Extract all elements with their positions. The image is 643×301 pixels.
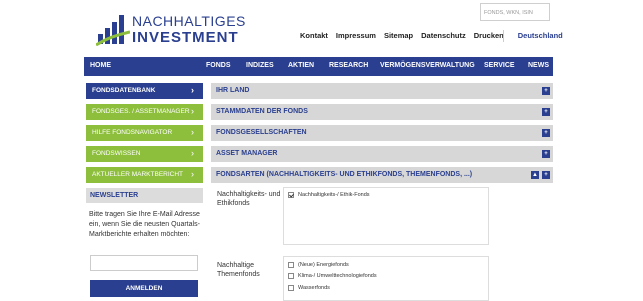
sidebar-item-label: AKTUELLER MARKTBERICHT xyxy=(92,171,184,178)
search-input[interactable]: FONDS, WKN, ISIN xyxy=(480,3,550,21)
sidebar-item-fondsdatenbank[interactable]: FONDSDATENBANK › xyxy=(86,83,203,99)
accordion-fondsgesellschaften[interactable]: FONDSGESELLSCHAFTEN + xyxy=(211,125,553,141)
chevron-right-icon: › xyxy=(191,169,194,179)
mainnav-service[interactable]: SERVICE xyxy=(484,62,515,69)
logo-bars-icon xyxy=(96,15,130,46)
checkbox-icon[interactable] xyxy=(288,262,294,268)
newsletter-email-input[interactable] xyxy=(90,255,198,271)
expand-icon[interactable]: + xyxy=(542,87,550,95)
checkbox-label: Wasserfonds xyxy=(298,285,330,291)
checkbox-klima-umwelt[interactable]: Klima-/ Umwelttechnologiefonds xyxy=(288,273,377,279)
checkbox-checked-icon[interactable] xyxy=(288,192,294,198)
newsletter-heading: NEWSLETTER xyxy=(86,188,203,203)
topnav-datenschutz[interactable]: Datenschutz xyxy=(421,31,466,43)
topnav-drucken[interactable]: Drucken xyxy=(474,31,504,43)
accordion-ihr-land[interactable]: IHR LAND + xyxy=(211,83,553,99)
mainnav-news[interactable]: NEWS xyxy=(528,62,549,69)
checkbox-label: Klima-/ Umwelttechnologiefonds xyxy=(298,273,377,279)
mainnav-indizes[interactable]: INDIZES xyxy=(246,62,274,69)
checkbox-label: (Neue) Energiefonds xyxy=(298,262,349,268)
expand-icon[interactable]: + xyxy=(542,108,550,116)
collapse-icon[interactable]: ▲ xyxy=(531,171,539,179)
expand-icon[interactable]: + xyxy=(542,150,550,158)
sidebar-item-label: FONDSDATENBANK xyxy=(92,87,156,94)
mainnav-research[interactable]: RESEARCH xyxy=(329,62,368,69)
accordion-label: FONDSGESELLSCHAFTEN xyxy=(216,129,307,136)
sidebar-item-fondsgesellschaften[interactable]: FONDSGES. / ASSETMANAGER › xyxy=(86,104,203,120)
accordion-fondsarten[interactable]: FONDSARTEN (NACHHALTIGKEITS- UND ETHIKFO… xyxy=(211,167,553,183)
sidebar-item-marktbericht[interactable]: AKTUELLER MARKTBERICHT › xyxy=(86,167,203,183)
accordion-label: STAMMDATEN DER FONDS xyxy=(216,108,308,115)
checkbox-wasserfonds[interactable]: Wasserfonds xyxy=(288,285,330,291)
chevron-right-icon: › xyxy=(191,106,194,116)
main-navigation: HOME FONDS INDIZES AKTIEN RESEARCH VERMÖ… xyxy=(84,57,553,76)
sidebar-item-fondswissen[interactable]: FONDSWISSEN › xyxy=(86,146,203,162)
sidebar-item-label: FONDSGES. / ASSETMANAGER xyxy=(92,108,190,115)
expand-icon[interactable]: + xyxy=(542,129,550,137)
topnav-country[interactable]: Deutschland xyxy=(518,31,563,43)
site-logo[interactable]: NACHHALTIGES INVESTMENT xyxy=(96,10,245,48)
expand-icon[interactable]: + xyxy=(542,171,550,179)
sidebar-item-label: HILFE FONDSNAVIGATOR xyxy=(92,129,173,136)
mainnav-aktien[interactable]: AKTIEN xyxy=(288,62,314,69)
checkbox-energiefonds[interactable]: (Neue) Energiefonds xyxy=(288,262,349,268)
accordion-label: ASSET MANAGER xyxy=(216,150,278,157)
checkbox-label: Nachhaltigkeits-/ Ethik-Fonds xyxy=(298,192,370,198)
mainnav-fonds[interactable]: FONDS xyxy=(206,62,231,69)
topnav-divider xyxy=(503,30,504,42)
accordion-stammdaten[interactable]: STAMMDATEN DER FONDS + xyxy=(211,104,553,120)
newsletter-subscribe-button[interactable]: ANMELDEN xyxy=(90,280,198,297)
chevron-right-icon: › xyxy=(191,127,194,137)
logo-text-line1: NACHHALTIGES xyxy=(132,13,246,29)
topnav-kontakt[interactable]: Kontakt xyxy=(300,31,328,43)
chevron-right-icon: › xyxy=(191,85,194,95)
accordion-label: FONDSARTEN (NACHHALTIGKEITS- UND ETHIKFO… xyxy=(216,171,473,178)
checkbox-icon[interactable] xyxy=(288,273,294,279)
topnav-impressum[interactable]: Impressum xyxy=(336,31,376,43)
newsletter-description: Bitte tragen Sie Ihre E-Mail Adresse ein… xyxy=(89,211,200,238)
checkbox-nachhaltigkeit-ethik[interactable]: Nachhaltigkeits-/ Ethik-Fonds xyxy=(288,192,370,198)
filter-panel-ethik: Nachhaltigkeits-/ Ethik-Fonds xyxy=(283,187,489,245)
filter-group-label-themen: Nachhaltige Themenfonds xyxy=(217,262,260,278)
sidebar-item-label: FONDSWISSEN xyxy=(92,150,141,157)
topnav-sitemap[interactable]: Sitemap xyxy=(384,31,413,43)
filter-group-label-ethik: Nachhaltigkeits- und Ethikfonds xyxy=(217,191,281,207)
top-navigation: Kontakt Impressum Sitemap Datenschutz Dr… xyxy=(300,31,563,43)
mainnav-vermoegensverwaltung[interactable]: VERMÖGENSVERWALTUNG xyxy=(380,62,475,69)
accordion-label: IHR LAND xyxy=(216,87,250,94)
mainnav-home[interactable]: HOME xyxy=(90,62,111,69)
checkbox-icon[interactable] xyxy=(288,285,294,291)
accordion-asset-manager[interactable]: ASSET MANAGER + xyxy=(211,146,553,162)
chevron-right-icon: › xyxy=(191,148,194,158)
logo-text-line2: INVESTMENT xyxy=(132,29,239,46)
filter-panel-themen: (Neue) Energiefonds Klima-/ Umwelttechno… xyxy=(283,256,489,301)
sidebar-item-hilfe-fondsnavigator[interactable]: HILFE FONDSNAVIGATOR › xyxy=(86,125,203,141)
